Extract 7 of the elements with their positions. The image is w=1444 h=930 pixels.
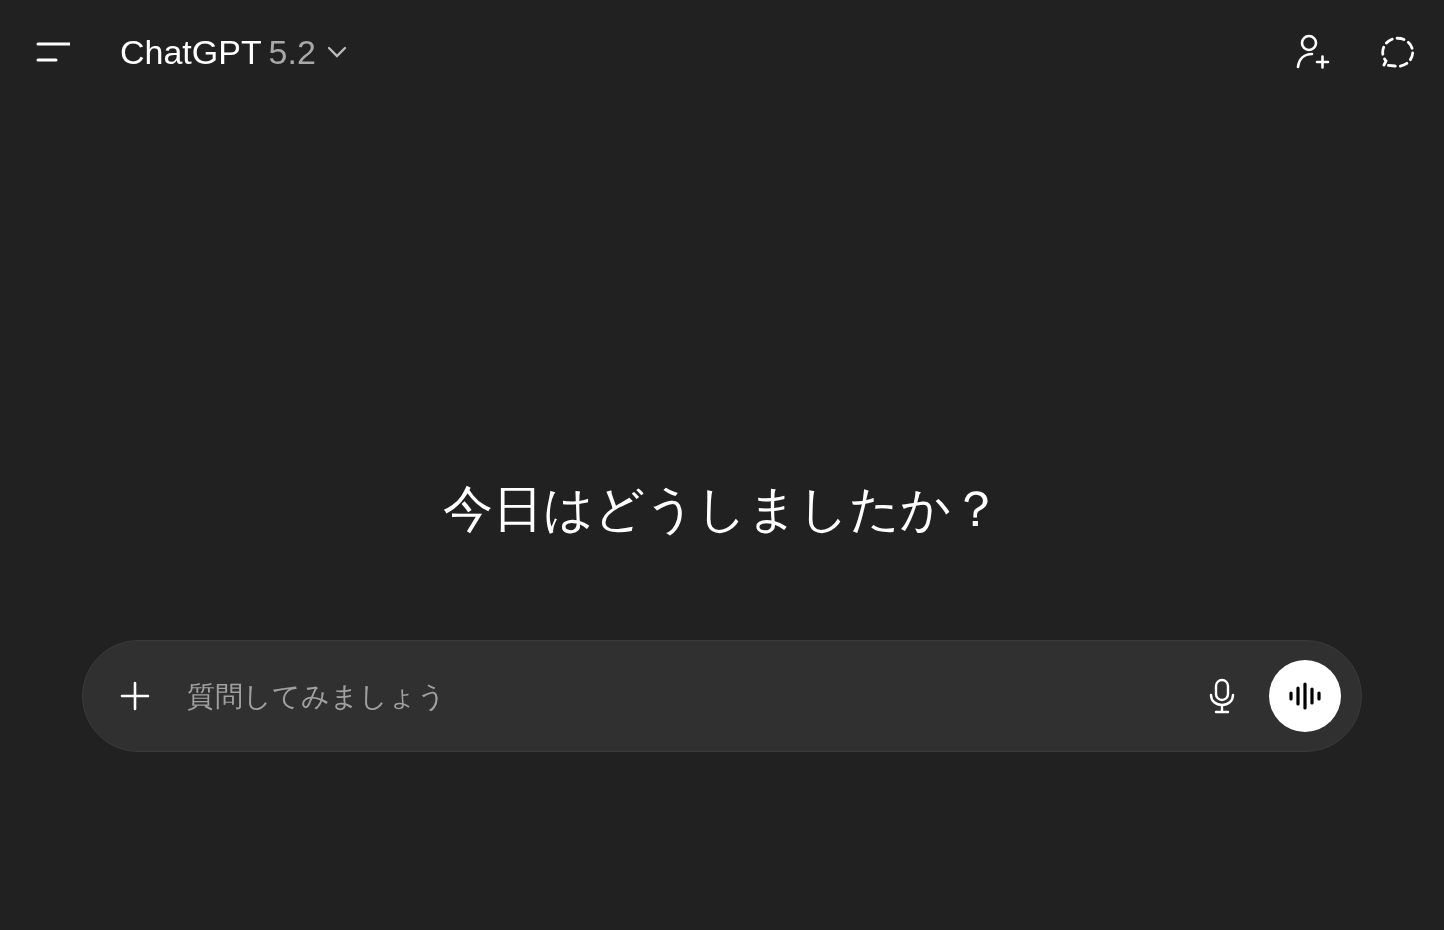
microphone-icon[interactable] [1207, 678, 1237, 714]
chevron-down-icon [325, 45, 348, 59]
model-selector[interactable]: ChatGPT 5.2 [116, 28, 352, 76]
prompt-field[interactable]: 質問してみましょう [185, 678, 1207, 714]
greeting-heading: 今日はどうしましたか？ [443, 479, 1001, 540]
sound-wave-icon [1288, 682, 1322, 710]
plus-icon[interactable] [119, 680, 151, 712]
